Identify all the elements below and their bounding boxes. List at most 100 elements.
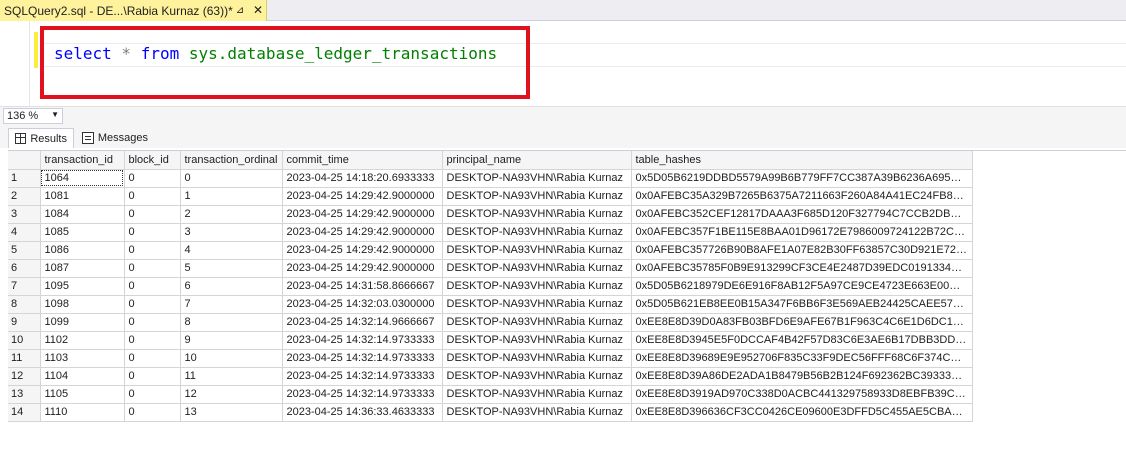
row-number-cell[interactable]: 14 — [8, 403, 41, 422]
grid-cell[interactable]: 0x5D05B6219DDBD5579A99B6B779FF7CC387A39B… — [631, 169, 973, 188]
grid-cell[interactable]: 1086 — [40, 241, 125, 260]
grid-cell[interactable]: 5 — [180, 259, 283, 278]
grid-cell[interactable]: 0 — [124, 187, 181, 206]
grid-cell[interactable]: 2023-04-25 14:32:14.9733333 — [282, 349, 443, 368]
grid-cell[interactable]: 0 — [124, 313, 181, 332]
column-header[interactable]: table_hashes — [631, 151, 973, 170]
grid-cell[interactable]: 2023-04-25 14:18:20.6933333 — [282, 169, 443, 188]
grid-cell[interactable]: 0 — [124, 205, 181, 224]
grid-cell[interactable]: DESKTOP-NA93VHN\Rabia Kurnaz — [442, 367, 632, 386]
table-row[interactable]: 5 1086 0 4 2023-04-25 14:29:42.9000000 DESKTO… — [8, 241, 973, 260]
row-number-cell[interactable]: 6 — [8, 259, 41, 278]
row-number-cell[interactable]: 8 — [8, 295, 41, 314]
grid-cell[interactable]: 0xEE8E8D39A86DE2ADA1B8479B56B2B124F69236… — [631, 367, 973, 386]
grid-cell[interactable]: 12 — [180, 385, 283, 404]
row-number-cell[interactable]: 12 — [8, 367, 41, 386]
grid-cell[interactable]: 2023-04-25 14:32:14.9733333 — [282, 385, 443, 404]
grid-cell[interactable]: 0 — [124, 277, 181, 296]
tab-messages[interactable]: Messages — [76, 128, 154, 148]
table-row[interactable]: 6 1087 0 5 2023-04-25 14:29:42.9000000 DESKTO… — [8, 259, 973, 278]
column-header[interactable]: block_id — [124, 151, 181, 170]
grid-cell[interactable]: 0xEE8E8D3919AD970C338D0ACBC441329758933D… — [631, 385, 973, 404]
grid-cell[interactable]: 2023-04-25 14:29:42.9000000 — [282, 187, 443, 206]
zoom-dropdown[interactable]: 136 % ▼ — [3, 108, 63, 124]
grid-cell[interactable]: 1095 — [40, 277, 125, 296]
grid-cell[interactable]: DESKTOP-NA93VHN\Rabia Kurnaz — [442, 385, 632, 404]
column-header[interactable]: principal_name — [442, 151, 632, 170]
grid-cell[interactable]: 0 — [124, 223, 181, 242]
grid-cell[interactable]: 1087 — [40, 259, 125, 278]
grid-cell[interactable]: DESKTOP-NA93VHN\Rabia Kurnaz — [442, 349, 632, 368]
pin-icon[interactable]: ⊿ — [234, 4, 246, 16]
grid-cell[interactable]: 0x0AFEBC357F1BE115E8BAA01D96172E79860097… — [631, 223, 973, 242]
grid-cell[interactable]: 1084 — [40, 205, 125, 224]
row-number-cell[interactable]: 3 — [8, 205, 41, 224]
grid-cell[interactable]: 1110 — [40, 403, 125, 422]
grid-cell[interactable]: 2023-04-25 14:29:42.9000000 — [282, 259, 443, 278]
row-number-cell[interactable]: 9 — [8, 313, 41, 332]
table-row[interactable]: 11 1103 0 10 2023-04-25 14:32:14.9733333 DESK… — [8, 349, 973, 368]
grid-cell[interactable]: DESKTOP-NA93VHN\Rabia Kurnaz — [442, 169, 632, 188]
column-header[interactable]: commit_time — [282, 151, 443, 170]
row-number-cell[interactable]: 4 — [8, 223, 41, 242]
row-number-cell[interactable]: 13 — [8, 385, 41, 404]
grid-cell[interactable]: 2023-04-25 14:32:14.9666667 — [282, 313, 443, 332]
grid-cell[interactable]: 0 — [124, 241, 181, 260]
grid-cell[interactable]: 0 — [124, 259, 181, 278]
row-number-cell[interactable]: 2 — [8, 187, 41, 206]
table-row[interactable]: 3 1084 0 2 2023-04-25 14:29:42.9000000 DESKTO… — [8, 205, 973, 224]
grid-cell[interactable]: 2023-04-25 14:32:14.9733333 — [282, 367, 443, 386]
grid-cell[interactable]: 0x0AFEBC35A329B7265B6375A7211663F260A84A… — [631, 187, 973, 206]
tab-results[interactable]: Results — [8, 128, 74, 148]
grid-cell[interactable]: 0 — [124, 349, 181, 368]
grid-cell[interactable]: DESKTOP-NA93VHN\Rabia Kurnaz — [442, 295, 632, 314]
row-number-cell[interactable]: 7 — [8, 277, 41, 296]
column-header[interactable]: transaction_id — [40, 151, 125, 170]
table-row[interactable]: 9 1099 0 8 2023-04-25 14:32:14.9666667 DESKTO… — [8, 313, 973, 332]
grid-cell[interactable]: 2023-04-25 14:32:14.9733333 — [282, 331, 443, 350]
grid-cell[interactable]: 1098 — [40, 295, 125, 314]
grid-cell[interactable]: 1103 — [40, 349, 125, 368]
grid-cell[interactable]: 4 — [180, 241, 283, 260]
table-row[interactable]: 7 1095 0 6 2023-04-25 14:31:58.8666667 DESKTO… — [8, 277, 973, 296]
grid-cell[interactable]: 1099 — [40, 313, 125, 332]
close-icon[interactable]: ✕ — [251, 3, 265, 17]
grid-cell[interactable]: DESKTOP-NA93VHN\Rabia Kurnaz — [442, 205, 632, 224]
grid-cell[interactable]: 0 — [180, 169, 283, 188]
grid-cell[interactable]: 0 — [124, 169, 181, 188]
row-number-cell[interactable]: 11 — [8, 349, 41, 368]
grid-cell[interactable]: 7 — [180, 295, 283, 314]
grid-cell[interactable]: 0 — [124, 295, 181, 314]
grid-cell[interactable]: 0x0AFEBC35785F0B9E913299CF3CE4E2487D39ED… — [631, 259, 973, 278]
grid-cell[interactable]: DESKTOP-NA93VHN\Rabia Kurnaz — [442, 187, 632, 206]
table-row[interactable]: 8 1098 0 7 2023-04-25 14:32:03.0300000 DESKTO… — [8, 295, 973, 314]
grid-cell[interactable]: 0 — [124, 385, 181, 404]
row-number-cell[interactable]: 5 — [8, 241, 41, 260]
grid-cell[interactable]: 0xEE8E8D396636CF3CC0426CE09600E3DFFD5C45… — [631, 403, 973, 422]
grid-cell[interactable]: 1105 — [40, 385, 125, 404]
table-row[interactable]: 1 1064 0 0 2023-04-25 14:18:20.6933333 DESKTO… — [8, 169, 973, 188]
column-header[interactable]: transaction_ordinal — [180, 151, 283, 170]
grid-cell[interactable]: 3 — [180, 223, 283, 242]
grid-cell[interactable]: 0 — [124, 367, 181, 386]
table-row[interactable]: 12 1104 0 11 2023-04-25 14:32:14.9733333 DESK… — [8, 367, 973, 386]
document-tab[interactable]: SQLQuery2.sql - DE...\Rabia Kurnaz (63))… — [0, 0, 267, 21]
table-row[interactable]: 10 1102 0 9 2023-04-25 14:32:14.9733333 DESKT… — [8, 331, 973, 350]
grid-cell[interactable]: 2023-04-25 14:29:42.9000000 — [282, 241, 443, 260]
grid-cell[interactable]: 2023-04-25 14:29:42.9000000 — [282, 205, 443, 224]
grid-cell[interactable]: 2023-04-25 14:36:33.4633333 — [282, 403, 443, 422]
grid-cell[interactable]: DESKTOP-NA93VHN\Rabia Kurnaz — [442, 223, 632, 242]
grid-cell[interactable]: 0xEE8E8D3945E5F0DCCAF4B42F57D83C6E3AE6B1… — [631, 331, 973, 350]
grid-cell[interactable]: 2023-04-25 14:31:58.8666667 — [282, 277, 443, 296]
grid-cell[interactable]: DESKTOP-NA93VHN\Rabia Kurnaz — [442, 331, 632, 350]
grid-cell[interactable]: 1085 — [40, 223, 125, 242]
grid-cell[interactable]: DESKTOP-NA93VHN\Rabia Kurnaz — [442, 241, 632, 260]
grid-cell[interactable]: 0 — [124, 403, 181, 422]
grid-cell[interactable]: 0xEE8E8D39D0A83FB03BFD6E9AFE67B1F963C4C6… — [631, 313, 973, 332]
grid-cell[interactable]: 6 — [180, 277, 283, 296]
grid-cell[interactable]: 2 — [180, 205, 283, 224]
grid-cell[interactable]: 10 — [180, 349, 283, 368]
grid-cell[interactable]: DESKTOP-NA93VHN\Rabia Kurnaz — [442, 277, 632, 296]
grid-cell[interactable]: 1 — [180, 187, 283, 206]
grid-cell[interactable]: 1081 — [40, 187, 125, 206]
